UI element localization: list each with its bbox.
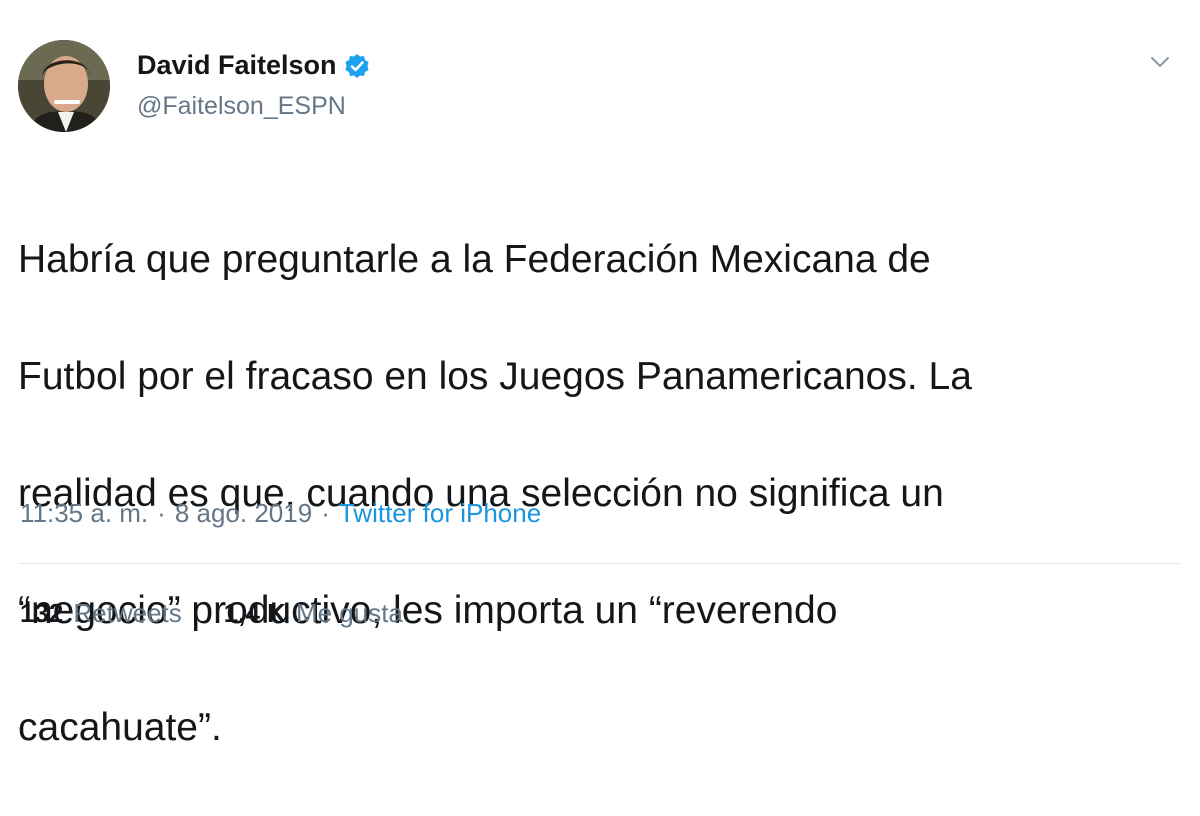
tweet-stats: 132 Retweets 1,4 K Me gusta: [20, 598, 445, 629]
retweets-stat[interactable]: 132 Retweets: [20, 598, 182, 629]
tweet-meta: 11:35 a. m. · 8 ago. 2019 · Twitter for …: [20, 498, 541, 529]
tweet-card: David Faitelson @Faitelson_ESPN Habría q…: [0, 0, 1200, 749]
meta-separator: ·: [321, 498, 330, 528]
tweet-text: Habría que preguntarle a la Federación M…: [18, 172, 1168, 816]
retweets-label: Retweets: [73, 598, 182, 628]
tweet-text-line: cacahuate”.: [18, 705, 222, 749]
tweet-text-line: Habría que preguntarle a la Federación M…: [18, 237, 931, 281]
tweet-date[interactable]: 8 ago. 2019: [175, 498, 312, 529]
tweet-time[interactable]: 11:35 a. m.: [20, 498, 148, 529]
tweet-text-line: Futbol por el fracaso en los Juegos Pana…: [18, 354, 972, 398]
meta-separator: ·: [157, 498, 166, 528]
divider: [18, 563, 1180, 564]
retweets-count: 132: [20, 598, 64, 628]
likes-count: 1,4 K: [223, 598, 286, 628]
chevron-down-icon[interactable]: [1148, 52, 1172, 72]
display-name[interactable]: David Faitelson: [137, 50, 337, 81]
author-name-row[interactable]: David Faitelson: [137, 50, 370, 81]
author-handle[interactable]: @Faitelson_ESPN: [137, 92, 346, 121]
likes-label: Me gusta: [295, 598, 403, 628]
verified-badge-icon: [344, 53, 370, 79]
avatar[interactable]: [18, 40, 110, 132]
tweet-source-link[interactable]: Twitter for iPhone: [339, 498, 541, 529]
likes-stat[interactable]: 1,4 K Me gusta: [224, 598, 403, 629]
